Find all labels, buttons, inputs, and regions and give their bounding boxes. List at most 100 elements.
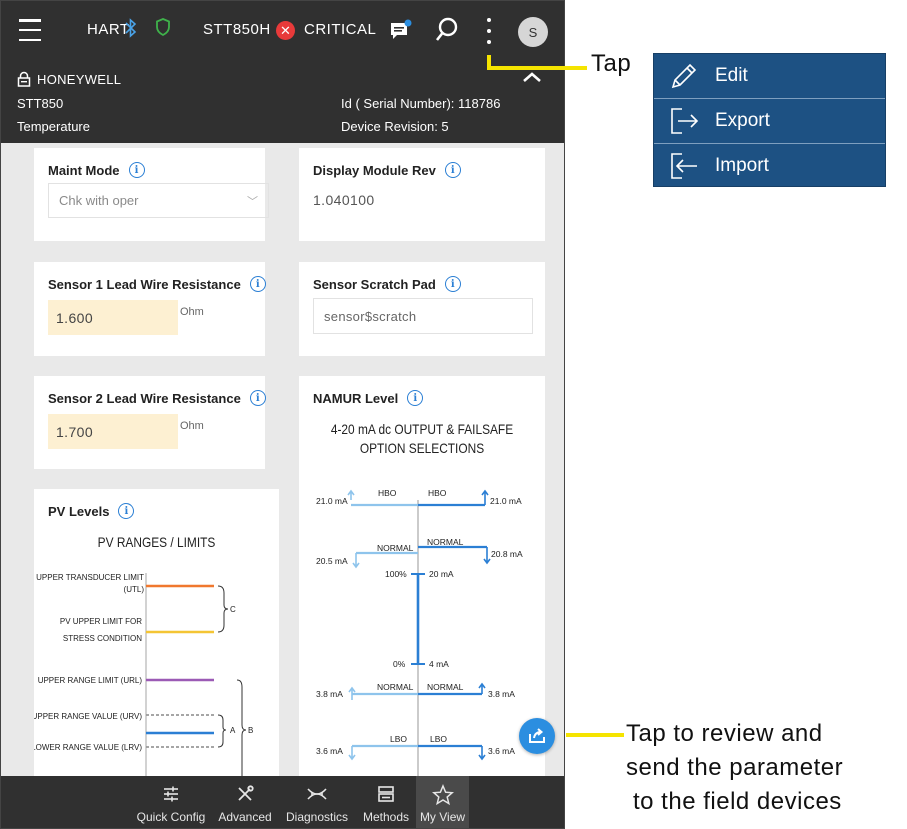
- callout-send-line-2: send the parameter: [626, 754, 844, 781]
- sensor1-resistance-input[interactable]: 1.600: [48, 300, 178, 335]
- methods-icon: [378, 786, 394, 802]
- nav-diagnostics[interactable]: Diagnostics: [280, 776, 354, 828]
- share-icon: [529, 728, 545, 743]
- namur-label: NORMAL: [427, 682, 464, 692]
- callout-send-line-3: to the field devices: [633, 788, 842, 815]
- callout-line: [566, 733, 624, 737]
- serial-number: Id ( Serial Number): 118786: [341, 96, 501, 111]
- pv-label: (UTL): [124, 585, 145, 594]
- bluetooth-icon: [125, 18, 137, 38]
- import-icon: [671, 153, 697, 179]
- card-title-text: Sensor 2 Lead Wire Resistance: [48, 390, 241, 406]
- card-title: Display Module Rev i: [313, 162, 461, 178]
- nav-label: Quick Config: [136, 810, 206, 824]
- namur-label: 20.5 mA: [316, 556, 348, 566]
- brace-label: B: [248, 726, 253, 735]
- chevron-up-icon[interactable]: [522, 71, 542, 86]
- nav-methods[interactable]: Methods: [356, 776, 416, 828]
- menu-item-export[interactable]: Export: [654, 99, 885, 143]
- device-revision: Device Revision: 5: [341, 119, 449, 134]
- card-title: Sensor 1 Lead Wire Resistance i: [48, 276, 266, 292]
- card-pv-levels: PV Levels i PV RANGES / LIMITS UPPER TRAN…: [34, 489, 279, 786]
- avatar[interactable]: S: [518, 17, 548, 47]
- nav-quick-config[interactable]: Quick Config: [129, 776, 213, 828]
- namur-label: 3.6 mA: [488, 746, 515, 756]
- shield-icon: [155, 17, 171, 37]
- pv-label: UPPER RANGE VALUE (URV): [34, 712, 142, 721]
- nav-label: Advanced: [218, 810, 272, 824]
- namur-label: 20.8 mA: [491, 549, 523, 559]
- pv-label: STRESS CONDITION: [63, 634, 142, 643]
- card-display-module-rev: Display Module Rev i 1.040100: [299, 148, 545, 241]
- namur-label: 4 mA: [429, 659, 449, 669]
- sliders-icon: [164, 786, 178, 802]
- select-value: Chk with oper: [59, 193, 139, 208]
- brace-label: A: [230, 726, 236, 735]
- namur-label: 20 mA: [429, 569, 454, 579]
- info-icon[interactable]: i: [249, 390, 266, 406]
- unit-label: Ohm: [180, 420, 204, 432]
- namur-label: NORMAL: [427, 537, 464, 547]
- pv-label: LOWER RANGE VALUE (LRV): [34, 743, 142, 752]
- bottom-navigation: Quick Config Advanced Diagnostics Method…: [1, 776, 564, 828]
- namur-label: LBO: [390, 734, 407, 744]
- card-title: Sensor Scratch Pad i: [313, 276, 461, 292]
- maint-mode-select[interactable]: Chk with oper ﹀: [48, 183, 269, 218]
- card-title-text: Display Module Rev: [313, 162, 436, 178]
- nav-label: Diagnostics: [285, 810, 349, 824]
- namur-label: 100%: [385, 569, 407, 579]
- pv-ranges-diagram: UPPER TRANSDUCER LIMIT (UTL) PV UPPER LI…: [34, 573, 253, 786]
- card-title: Maint Mode i: [48, 162, 145, 178]
- card-sensor-scratch-pad: Sensor Scratch Pad i sensor$scratch: [299, 262, 545, 356]
- namur-diagram: 21.0 mA HBO HBO 21.0 mA 20.5 mA NORMAL N…: [316, 488, 523, 776]
- menu-item-label: Export: [715, 110, 770, 131]
- menu-icon[interactable]: [17, 19, 43, 41]
- manufacturer: HONEYWELL: [37, 72, 122, 87]
- sensor2-resistance-input[interactable]: 1.700: [48, 414, 178, 449]
- lock-icon: [17, 71, 31, 90]
- card-sensor1-lead-wire: Sensor 1 Lead Wire Resistance i 1.600 Ohm: [34, 262, 266, 356]
- nav-my-view[interactable]: My View: [416, 776, 469, 828]
- card-title-text: Sensor Scratch Pad: [313, 276, 436, 292]
- info-icon[interactable]: i: [444, 162, 461, 178]
- scratch-pad-input[interactable]: sensor$scratch: [313, 298, 533, 334]
- callout-line: [487, 66, 587, 70]
- pencil-icon: [671, 63, 697, 89]
- device-type: Temperature: [17, 119, 90, 134]
- menu-item-label: Edit: [715, 65, 748, 86]
- menu-item-edit[interactable]: Edit: [654, 54, 885, 98]
- card-sensor2-lead-wire: Sensor 2 Lead Wire Resistance i 1.700 Ohm: [34, 376, 266, 469]
- send-parameters-button[interactable]: [519, 718, 555, 754]
- namur-label: 21.0 mA: [490, 496, 522, 506]
- star-icon: [431, 784, 454, 806]
- namur-label: 0%: [393, 659, 406, 669]
- card-namur-level: NAMUR Level i 4-20 mA dc OUTPUT & FAILSAF…: [299, 376, 545, 786]
- search-icon[interactable]: [435, 17, 459, 43]
- namur-label: NORMAL: [377, 543, 414, 553]
- card-title-text: Maint Mode: [48, 162, 120, 178]
- display-module-rev-value: 1.040100: [313, 192, 375, 208]
- info-icon[interactable]: i: [128, 162, 145, 178]
- info-icon[interactable]: i: [249, 276, 266, 292]
- protocol-label: HART: [87, 21, 130, 38]
- status-label[interactable]: CRITICAL: [304, 21, 376, 38]
- menu-item-label: Import: [715, 155, 769, 176]
- nav-advanced[interactable]: Advanced: [213, 776, 277, 828]
- card-maint-mode: Maint Mode i Chk with oper ﹀: [34, 148, 269, 241]
- app-screen: HART STT850H ✕ CRITICAL S HONEYWELL STT8…: [0, 0, 565, 829]
- pv-label: UPPER RANGE LIMIT (URL): [38, 676, 143, 685]
- critical-icon: ✕: [276, 21, 295, 40]
- kebab-icon[interactable]: [481, 15, 497, 47]
- card-title: Sensor 2 Lead Wire Resistance i: [48, 390, 266, 406]
- dna-icon: [307, 788, 327, 800]
- pv-label: UPPER TRANSDUCER LIMIT: [36, 573, 144, 582]
- menu-item-import[interactable]: Import: [654, 144, 885, 188]
- overflow-menu: Edit Export Import: [653, 53, 886, 187]
- tools-icon: [238, 785, 254, 801]
- brace-label: C: [230, 605, 236, 614]
- namur-label: NORMAL: [377, 682, 414, 692]
- device-model: STT850: [17, 96, 64, 111]
- chat-icon[interactable]: [388, 19, 412, 43]
- namur-label: 21.0 mA: [316, 496, 348, 506]
- info-icon[interactable]: i: [444, 276, 461, 292]
